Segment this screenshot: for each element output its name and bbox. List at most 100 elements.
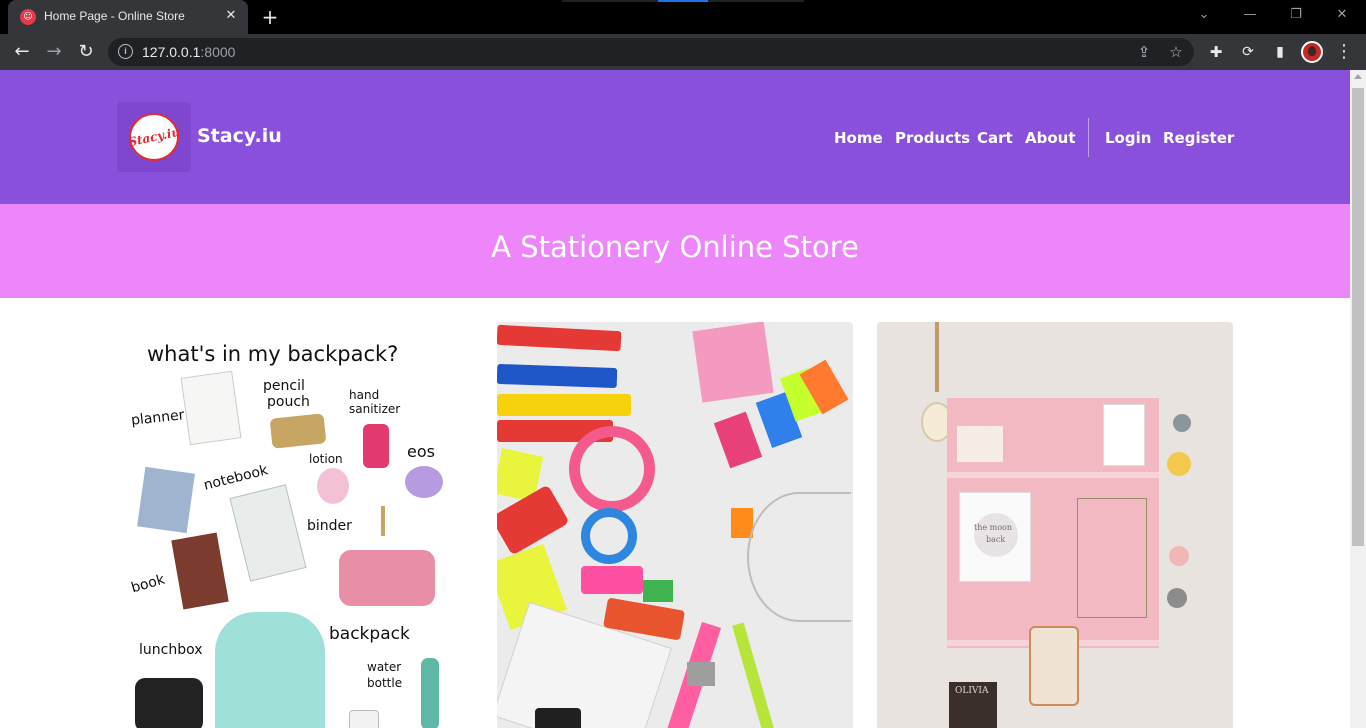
protractor — [747, 492, 851, 622]
label-planner: planner — [130, 407, 186, 429]
label-lunchbox: lunchbox — [139, 642, 203, 658]
nav-products[interactable]: Products — [895, 129, 970, 147]
nav-divider — [1088, 118, 1089, 157]
scissors-handle — [569, 426, 655, 512]
share-icon[interactable]: ⇪ — [1134, 42, 1154, 62]
url-host: 127.0.0.1 — [142, 44, 201, 60]
wall-knob-pink — [1169, 546, 1189, 566]
label-bottle: bottle — [367, 676, 403, 690]
new-tab-icon[interactable]: + — [259, 6, 281, 28]
planner-item — [180, 370, 242, 446]
favicon-icon: ☺ — [20, 9, 36, 25]
logo-text: Stacy.iu — [126, 124, 182, 150]
marker-yellow — [497, 394, 631, 416]
label-lotion: lotion — [309, 452, 343, 466]
nav-about[interactable]: About — [1025, 129, 1076, 147]
wire-grid — [1077, 498, 1147, 618]
marker-blue — [497, 363, 618, 389]
close-tab-icon[interactable]: ✕ — [222, 7, 240, 25]
side-panel-icon[interactable]: ▮ — [1268, 40, 1292, 64]
label-eos: eos — [407, 442, 435, 461]
book-spine-text: OLIVIA — [955, 686, 989, 696]
olivia-book: OLIVIA — [949, 682, 997, 728]
poster-text-1: the moon — [974, 523, 1013, 532]
browser-toolbar: ← → ↻ i 127.0.0.1:8000 ⇪ ☆ ✚ ⟳ ▮ ⋮ — [0, 34, 1366, 70]
extensions-icon[interactable]: ✚ — [1204, 40, 1228, 64]
lunchbox-item — [135, 678, 203, 728]
forward-icon[interactable]: → — [42, 40, 66, 64]
tape-roll — [581, 508, 637, 564]
logo-image: Stacy.iu — [126, 113, 182, 161]
label-pencil: pencil — [263, 378, 305, 394]
brand-name[interactable]: Stacy.iu — [197, 125, 282, 147]
scroll-up-icon[interactable] — [1354, 74, 1362, 79]
nav-cart[interactable]: Cart — [977, 129, 1013, 147]
nav-home[interactable]: Home — [834, 129, 883, 147]
tab-search-icon[interactable]: ⌄ — [1190, 4, 1218, 26]
url-port: :8000 — [200, 44, 236, 60]
hero-banner: A Stationery Online Store — [0, 204, 1350, 298]
backpack-item — [215, 612, 325, 728]
label-water: water — [367, 660, 402, 674]
restore-icon[interactable]: ❐ — [1282, 4, 1310, 26]
browser-tab[interactable]: ☺ Home Page - Online Store ✕ — [8, 0, 248, 34]
close-window-icon[interactable]: ✕ — [1328, 4, 1356, 26]
book-item — [171, 532, 229, 610]
poster-text-2: back — [986, 535, 1006, 544]
scroll-thumb[interactable] — [1352, 88, 1364, 546]
backpack-title: what's in my backpack? — [147, 342, 399, 366]
storage-box — [957, 426, 1003, 462]
washi-tape — [581, 566, 643, 594]
backpack-collage-image[interactable]: what's in my backpack? planner pencil po… — [117, 322, 473, 728]
binder-item — [229, 484, 307, 582]
performance-icon[interactable]: ⟳ — [1236, 40, 1260, 64]
site-info-icon[interactable]: i — [118, 44, 133, 59]
water-bottle-item — [421, 658, 439, 728]
page-scrollbar[interactable] — [1350, 70, 1366, 728]
bag — [1029, 626, 1079, 706]
wall-knob-dark — [1167, 588, 1187, 608]
lotion-item — [317, 468, 349, 504]
label-pouch: pouch — [267, 394, 310, 410]
bookmark-star-icon[interactable]: ☆ — [1166, 42, 1186, 62]
binder-clip-green — [643, 580, 673, 602]
logo-link[interactable]: Stacy.iu — [117, 102, 191, 172]
back-icon[interactable]: ← — [10, 40, 34, 64]
shelf-top — [947, 472, 1159, 478]
minimize-icon[interactable]: — — [1236, 4, 1264, 26]
label-book: book — [129, 571, 167, 597]
framed-print-small — [1103, 404, 1145, 466]
label-backpack: backpack — [329, 624, 410, 644]
pencil-item — [381, 506, 385, 536]
flag-tab-pink — [713, 411, 763, 469]
sharpener — [687, 662, 715, 686]
profile-avatar[interactable] — [1301, 41, 1323, 63]
label-notebook: notebook — [202, 462, 270, 494]
moon-poster: the moon back — [959, 492, 1031, 582]
pencil-pouch-item — [269, 413, 327, 449]
calculator — [535, 708, 581, 728]
phone-item — [349, 710, 379, 728]
eos-item — [405, 466, 443, 498]
address-bar[interactable]: i 127.0.0.1:8000 ⇪ ☆ — [108, 38, 1194, 66]
tab-strip-edge — [562, 0, 804, 2]
sticky-notes-pink — [692, 322, 774, 403]
wall-knob-yellow — [1167, 452, 1191, 476]
site-navbar: Stacy.iu Stacy.iu Home Products Cart Abo… — [0, 70, 1350, 204]
page-viewport: Stacy.iu Stacy.iu Home Products Cart Abo… — [0, 70, 1350, 728]
stationery-flatlay-image[interactable] — [497, 322, 853, 728]
beaded-cord — [935, 322, 939, 392]
nav-login[interactable]: Login — [1105, 129, 1151, 147]
wall-knob-grey — [1173, 414, 1191, 432]
notebook-item — [137, 466, 195, 534]
url-text: 127.0.0.1:8000 — [142, 44, 235, 60]
tab-title: Home Page - Online Store — [44, 9, 185, 23]
menu-icon[interactable]: ⋮ — [1332, 40, 1356, 64]
reload-icon[interactable]: ↻ — [74, 40, 98, 64]
pencil-case-item — [339, 550, 435, 606]
hero-title: A Stationery Online Store — [491, 230, 859, 264]
nav-register[interactable]: Register — [1163, 129, 1234, 147]
browser-tab-strip: ☺ Home Page - Online Store ✕ + ⌄ — ❐ ✕ — [0, 0, 1366, 34]
pink-shelf-image[interactable]: the moon back OLIVIA — [877, 322, 1233, 728]
pen-green — [732, 622, 774, 728]
